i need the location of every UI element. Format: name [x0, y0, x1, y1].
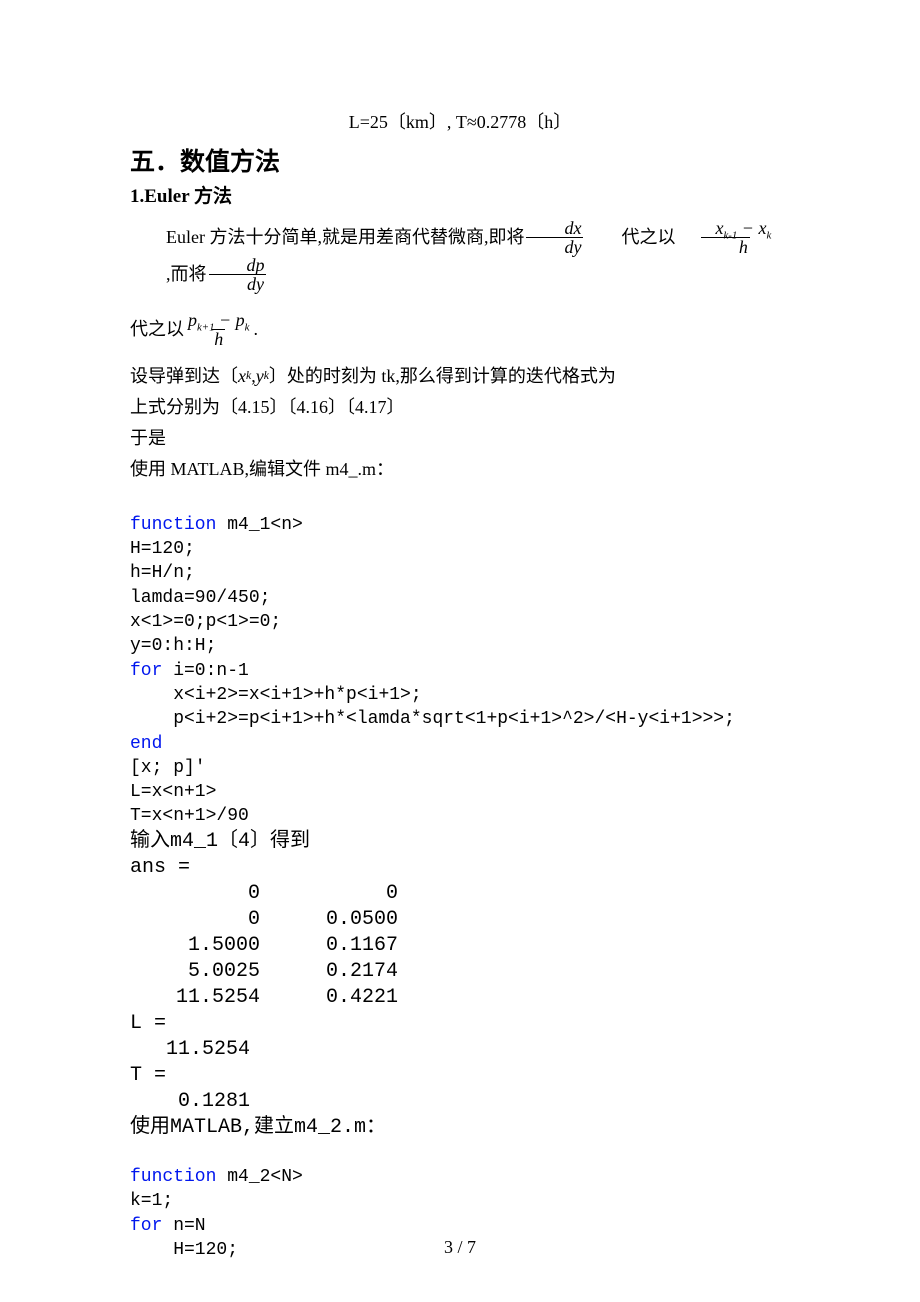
fraction-pk: pk+1 − pk h	[186, 311, 251, 348]
keyword-end: end	[130, 734, 162, 754]
table-row: 00	[130, 881, 790, 907]
table-row: 11.52540.4221	[130, 985, 790, 1011]
intro-continuation: 代之以 pk+1 − pk h .	[130, 311, 790, 348]
run-command-text: 输入m4_1〔4〕得到	[130, 829, 790, 855]
intro-text-3: ,而将	[130, 262, 207, 287]
keyword-function: function	[130, 1167, 216, 1187]
output-L-label: L =	[130, 1011, 790, 1037]
section-heading: 五．数值方法	[130, 145, 790, 180]
page-number: 3 / 7	[0, 1235, 920, 1260]
equation-top: L=25〔km〕, T≈0.2778〔h〕	[130, 110, 790, 135]
document-page: L=25〔km〕, T≈0.2778〔h〕 五．数值方法 1.Euler 方法 …	[0, 0, 920, 1302]
eq-numbers: 上式分别为〔4.15〕〔4.16〕〔4.17〕	[130, 395, 790, 420]
intro-cont-text-1: 代之以	[130, 317, 184, 342]
keyword-function: function	[130, 515, 216, 535]
intro-paragraph: Euler 方法十分简单,就是用差商代替微商,即将 dx dy 代之以 xk-1…	[130, 219, 790, 293]
assume-paragraph: 设导弹到达〔 xk, yk 〕处的时刻为 tk,那么得到计算的迭代格式为	[130, 364, 790, 389]
matlab-intro: 使用 MATLAB,编辑文件 m4_.m：	[130, 457, 790, 482]
output-L-value: 11.5254	[130, 1037, 790, 1063]
matlab-intro-2: 使用MATLAB,建立m4_2.m：	[130, 1115, 790, 1141]
code-block-m4-1: function m4_1<n> H=120; h=H/n; lamda=90/…	[130, 489, 790, 829]
output-table: 00 00.0500 1.50000.1167 5.00250.2174 11.…	[130, 881, 790, 1011]
intro-text-1: Euler 方法十分简单,就是用差商代替微商,即将	[130, 225, 524, 250]
fraction-xk: xk-1 − xk h	[677, 219, 773, 256]
subsection-heading: 1.Euler 方法	[130, 184, 790, 211]
table-row: 1.50000.1167	[130, 933, 790, 959]
keyword-for: for	[130, 1216, 162, 1236]
intro-text-2: 代之以	[585, 225, 675, 250]
output-ans-label: ans =	[130, 855, 790, 881]
fraction-dx-dy: dx dy	[526, 219, 583, 256]
therefore: 于是	[130, 426, 790, 451]
output-T-value: 0.1281	[130, 1089, 790, 1115]
keyword-for: for	[130, 661, 162, 681]
fraction-dp-dy: dp dy	[209, 256, 267, 293]
table-row: 5.00250.2174	[130, 959, 790, 985]
output-T-label: T =	[130, 1063, 790, 1089]
table-row: 00.0500	[130, 907, 790, 933]
intro-cont-text-2: .	[253, 317, 258, 342]
